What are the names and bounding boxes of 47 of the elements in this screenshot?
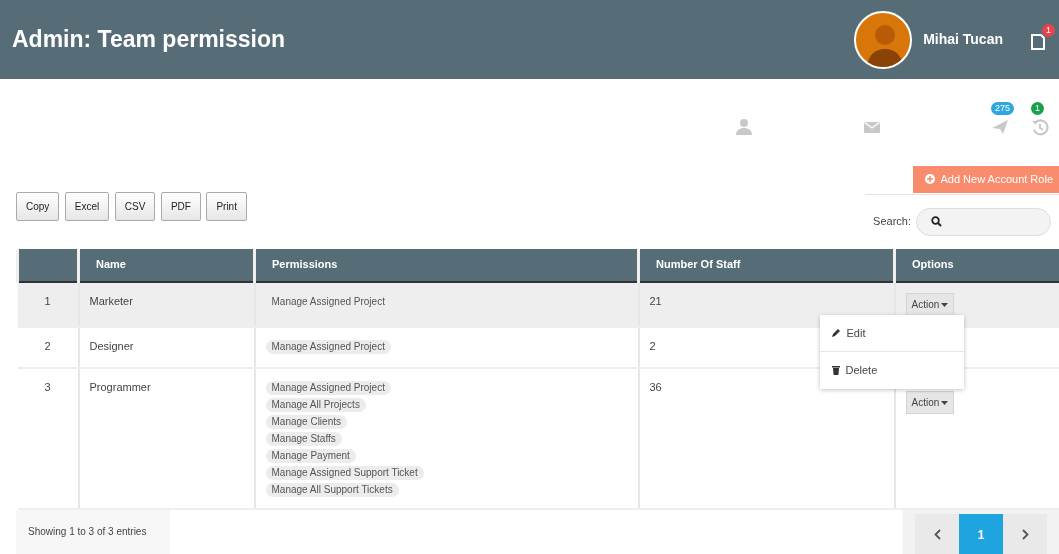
column-header[interactable]: Permissions <box>254 248 639 282</box>
export-button[interactable]: Print <box>206 192 247 221</box>
menu-item[interactable]: Edit <box>819 314 964 351</box>
export-button[interactable]: CSV <box>114 192 156 221</box>
count-badge: 1 <box>1031 102 1044 116</box>
entries-info: Showing 1 to 3 of 3 entries <box>16 509 170 554</box>
permission-tag: Manage Assigned Project <box>265 339 391 354</box>
column-header[interactable]: Options <box>894 248 1059 282</box>
table-cell: Marketer <box>78 281 255 327</box>
permission-tag: Manage All Projects <box>265 397 366 412</box>
table-cell: 1 <box>17 281 79 327</box>
permission-tag: Manage All Support Tickets <box>265 482 399 497</box>
permission-tag: Manage Clients <box>265 414 347 429</box>
export-button[interactable]: Excel <box>64 192 110 221</box>
permission-tag: Manage Payment <box>265 448 356 463</box>
page-title: Admin: Team permission <box>12 25 287 54</box>
count-badge: 275 <box>991 102 1015 116</box>
action-button[interactable]: Action <box>905 292 955 316</box>
table-cell: Programmer <box>78 367 255 509</box>
menu-item[interactable]: Delete <box>819 351 964 389</box>
export-button[interactable]: Copy <box>16 192 60 221</box>
user-name[interactable]: Mihai Tucan <box>923 29 1003 50</box>
action-button[interactable]: Action <box>905 390 955 414</box>
plane-icon[interactable] <box>991 117 1009 136</box>
notification-badge: 1 <box>1042 24 1055 37</box>
export-button[interactable]: PDF <box>160 192 201 221</box>
search-field[interactable] <box>916 207 1051 236</box>
table-cell: 2 <box>17 326 79 368</box>
trash-icon <box>831 365 840 376</box>
previous-page-icon[interactable] <box>915 513 959 554</box>
search-icon <box>931 216 942 227</box>
permission-tag: Manage Assigned Support Ticket <box>265 465 424 480</box>
permission-tag: Manage Staffs <box>265 431 342 446</box>
column-header[interactable]: Name <box>78 248 255 282</box>
caret-icon <box>941 302 949 307</box>
permission-tag: Manage Assigned Project <box>265 294 391 309</box>
table-cell: Designer <box>78 326 255 368</box>
plus-circle-icon <box>925 174 936 184</box>
history-icon[interactable] <box>1031 117 1049 136</box>
user-icon[interactable] <box>735 117 753 136</box>
table-cell: 3 <box>17 367 79 509</box>
caret-icon <box>941 400 949 405</box>
permission-tag: Manage Assigned Project <box>265 380 391 395</box>
next-page-icon[interactable] <box>1003 513 1047 554</box>
search-label: Search: <box>873 214 911 230</box>
column-header[interactable]: Number Of Staff <box>638 248 895 282</box>
notification-icon[interactable] <box>1029 31 1047 52</box>
